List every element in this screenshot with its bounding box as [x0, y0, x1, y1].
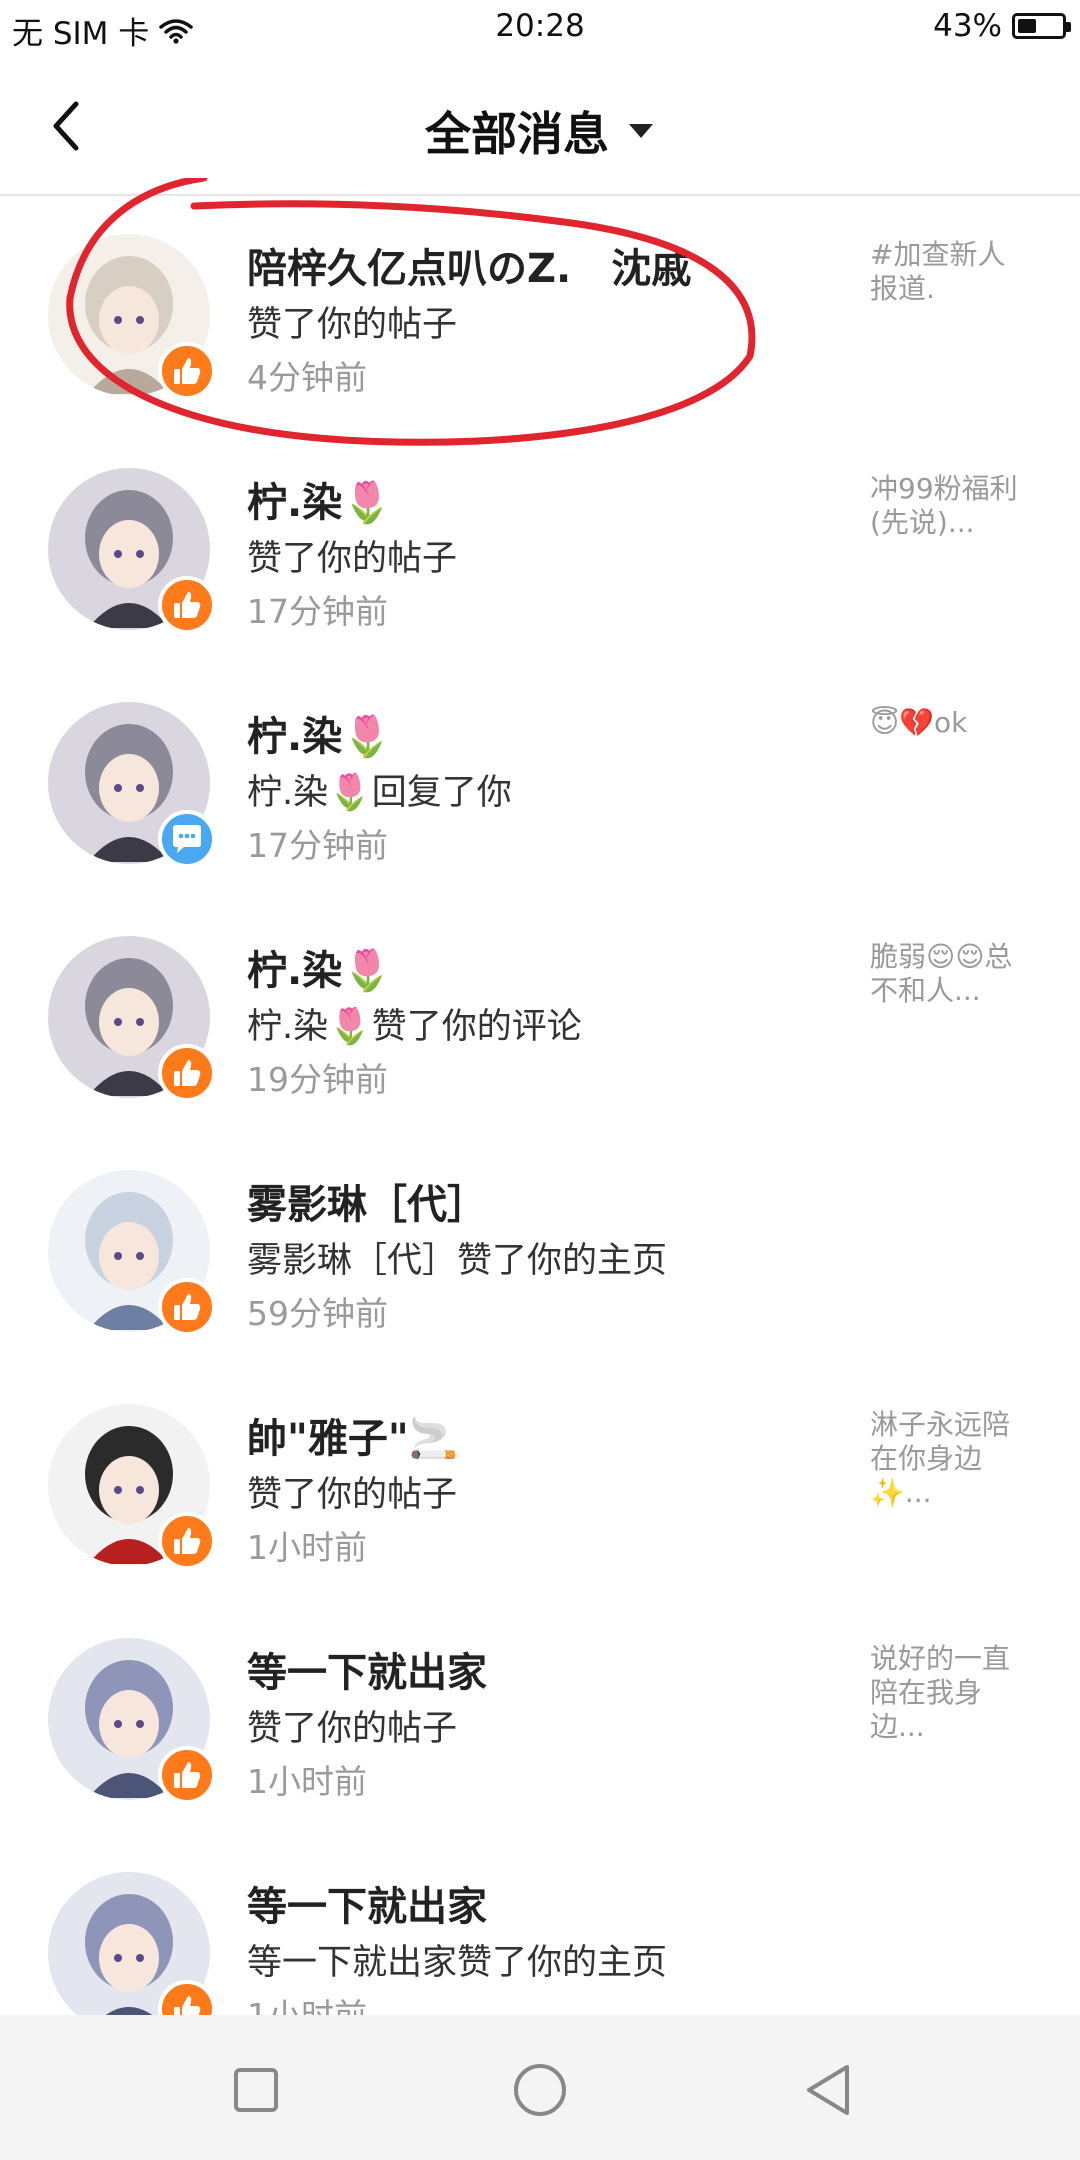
title-dropdown[interactable]: 全部消息 — [0, 98, 1080, 164]
message-item[interactable]: 柠.染🌷 柠.染🌷回复了你 17分钟前 😇💔ok — [0, 664, 1080, 898]
battery-percent: 43% — [933, 8, 1002, 44]
caret-down-icon — [629, 124, 653, 138]
thumbs-up-icon — [174, 1294, 201, 1320]
message-action: 等一下就出家赞了你的主页 — [247, 1943, 668, 1983]
post-preview[interactable]: 说好的一直陪在我身边... — [870, 1642, 1030, 1744]
message-time: 1小时前 — [247, 1528, 367, 1567]
message-action: 赞了你的帖子 — [247, 1709, 458, 1749]
post-preview[interactable]: 😇💔ok — [870, 706, 1030, 740]
circle-icon — [514, 2064, 566, 2116]
message-time: 17分钟前 — [247, 592, 388, 631]
message-time: 1小时前 — [247, 1762, 367, 1801]
message-action: 柠.染🌷赞了你的评论 — [247, 1007, 582, 1047]
message-item[interactable]: 帥"雅子"🚬 赞了你的帖子 1小时前 淋子永远陪在你身边✨... — [0, 1366, 1080, 1600]
post-preview[interactable]: 脆弱😌😌总不和人... — [870, 940, 1030, 1008]
message-action: 柠.染🌷回复了你 — [247, 773, 512, 813]
battery-fill — [1018, 19, 1036, 33]
post-preview[interactable]: 淋子永远陪在你身边✨... — [870, 1408, 1030, 1510]
thumbs-up-icon — [174, 1060, 201, 1086]
sender-name: 雾影琳［代］ — [247, 1182, 487, 1228]
back-nav-button[interactable] — [795, 2055, 865, 2125]
square-icon — [234, 2068, 278, 2112]
message-time: 19分钟前 — [247, 1060, 388, 1099]
status-right: 43% — [933, 8, 1071, 44]
message-item[interactable]: 等一下就出家赞了你的帖子 1小时前 说好的一直陪在我身边... — [0, 1600, 1080, 1834]
like-badge — [158, 576, 216, 634]
message-action: 雾影琳［代］赞了你的主页 — [247, 1241, 668, 1281]
status-time: 20:28 — [495, 8, 585, 44]
sender-name: 柠.染🌷 — [247, 480, 392, 526]
chat-bubble-icon — [173, 825, 201, 853]
like-badge — [158, 1746, 216, 1804]
message-time: 17分钟前 — [247, 826, 388, 865]
highlight-circle-annotation — [66, 178, 756, 446]
thumbs-up-icon — [174, 1528, 201, 1554]
recents-button[interactable] — [221, 2055, 291, 2125]
page-title: 全部消息 — [425, 107, 609, 161]
sender-name: 柠.染🌷 — [247, 948, 392, 994]
message-action: 赞了你的帖子 — [247, 1475, 458, 1515]
sender-name: 等一下就出家 — [247, 1650, 487, 1696]
thumbs-up-icon — [174, 592, 201, 618]
status-bar: 无 SIM 卡 20:28 43% — [0, 0, 1080, 56]
message-item[interactable]: 柠.染🌷 柠.染🌷赞了你的评论 19分钟前 脆弱😌😌总不和人... — [0, 898, 1080, 1132]
sender-name: 帥"雅子"🚬 — [247, 1416, 459, 1462]
post-preview[interactable]: 冲99粉福利(先说)... — [870, 472, 1030, 540]
like-badge — [158, 1512, 216, 1570]
like-badge — [158, 1044, 216, 1102]
message-action: 赞了你的帖子 — [247, 539, 458, 579]
home-button[interactable] — [505, 2055, 575, 2125]
header-bar: 全部消息 — [0, 60, 1080, 196]
thumbs-up-icon — [174, 1762, 201, 1788]
triangle-back-icon — [807, 2065, 849, 2115]
like-badge — [158, 1278, 216, 1336]
battery-icon — [1012, 13, 1071, 39]
message-item[interactable]: 雾影琳［代］ 雾影琳［代］赞了你的主页 59分钟前 — [0, 1132, 1080, 1366]
sender-name: 柠.染🌷 — [247, 714, 392, 760]
sender-name: 等一下就出家 — [247, 1884, 487, 1930]
comment-badge — [158, 810, 216, 868]
post-preview[interactable]: #加查新人报道. — [870, 238, 1030, 306]
system-nav-bar — [0, 2015, 1080, 2160]
message-time: 59分钟前 — [247, 1294, 388, 1333]
